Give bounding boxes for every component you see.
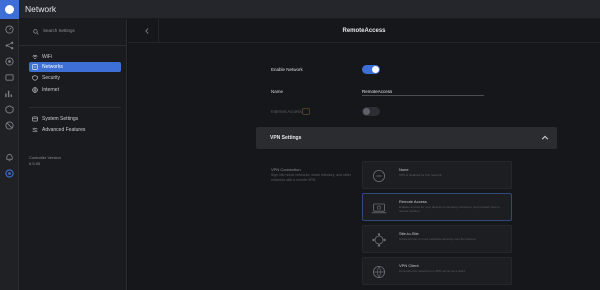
insights-icon[interactable]: [5, 105, 14, 114]
controller-version-value: 6.5.55: [29, 161, 41, 166]
vpn-option-title: Site-to-Site: [399, 231, 419, 236]
sidebar-item-label: System Settings: [42, 116, 79, 122]
sidebar-item-internet[interactable]: Internet: [29, 85, 121, 95]
sidebar-item-label: WiFi: [42, 54, 52, 60]
sidebar-item-security[interactable]: Security: [29, 73, 121, 83]
search-divider: [19, 45, 127, 46]
top-bar: Network: [0, 0, 600, 19]
networks-icon: [32, 64, 38, 70]
logo-mark: [5, 4, 14, 14]
internet-access-label: Internet Access: [271, 109, 302, 114]
vpn-option-remote-access[interactable]: Remote Access Enables access for your de…: [362, 193, 512, 221]
sidebar-item-advanced-features[interactable]: Advanced Features: [29, 125, 121, 135]
none-icon: [373, 170, 385, 182]
main-header: RemoteAccess: [128, 19, 600, 43]
chevron-up-icon: [541, 135, 549, 140]
vpn-option-desc: Connects this network to a VPN server as…: [399, 269, 466, 273]
wifi-icon: [32, 54, 38, 60]
search-icon: [33, 22, 39, 40]
sidebar-item-networks[interactable]: Networks: [29, 62, 121, 72]
toggle-knob: [372, 66, 379, 73]
sidebar-item-system-settings[interactable]: System Settings: [29, 114, 121, 124]
vpn-option-vpn-client[interactable]: VPN Client Connects this network to a VP…: [362, 257, 512, 285]
sidebar-item-label: Advanced Features: [42, 127, 86, 133]
main-panel: RemoteAccess Enable Network Name Interne…: [128, 19, 600, 290]
search-input[interactable]: [43, 28, 113, 33]
vpn-connection-title: VPN Connection: [271, 167, 301, 172]
advanced-features-icon: [32, 127, 38, 133]
vpn-client-icon: [373, 266, 385, 278]
vpn-settings-title: VPN Settings: [270, 135, 302, 141]
sidebar-item-wifi[interactable]: WiFi: [29, 52, 121, 62]
app-title: Network: [25, 4, 57, 14]
vpn-option-site-to-site[interactable]: Site-to-Site Connects two or more networ…: [362, 225, 512, 253]
icon-rail: [0, 19, 19, 290]
shield-icon: [32, 75, 38, 81]
toggle-knob: [363, 108, 370, 115]
vpn-option-desc: VPN is disabled for this network.: [399, 173, 443, 177]
internet-access-toggle[interactable]: [362, 107, 380, 116]
topology-icon[interactable]: [5, 41, 14, 50]
notifications-icon[interactable]: [5, 153, 14, 162]
devices-icon[interactable]: [5, 57, 14, 66]
enable-network-label: Enable Network: [271, 67, 303, 72]
vpn-option-none[interactable]: None VPN is disabled for this network.: [362, 161, 512, 189]
sidebar-item-label: Security: [42, 75, 61, 81]
vpn-option-desc: Connects two or more networks securely o…: [399, 237, 477, 241]
dashboard-icon[interactable]: [5, 25, 14, 34]
enable-network-toggle[interactable]: [362, 65, 380, 74]
events-icon[interactable]: [5, 121, 14, 130]
site-to-site-icon: [372, 233, 386, 247]
sidebar-divider: [29, 107, 121, 108]
sidebar-item-label: Internet: [42, 87, 59, 93]
search-box[interactable]: [33, 25, 121, 36]
remote-access-icon: [371, 203, 387, 214]
name-input[interactable]: [362, 87, 484, 96]
sidebar-item-label: Networks: [42, 64, 63, 70]
controller-version-label: Controller Version: [29, 155, 61, 160]
name-label: Name: [271, 89, 284, 94]
globe-icon: [32, 87, 38, 93]
internet-access-badge: [302, 108, 310, 115]
vpn-settings-header[interactable]: VPN Settings: [256, 127, 557, 149]
settings-icon[interactable]: [5, 169, 14, 178]
vpn-option-title: None: [399, 167, 409, 172]
clients-icon[interactable]: [5, 73, 14, 82]
system-settings-icon: [32, 116, 38, 122]
page-title: RemoteAccess: [342, 28, 386, 34]
vpn-option-desc: Enables access for your devices to secur…: [399, 205, 500, 213]
statistics-icon[interactable]: [5, 89, 14, 98]
vpn-option-title: Remote Access: [399, 199, 427, 204]
vpn-connection-desc: Sign into home networks, share directory…: [271, 173, 351, 182]
vpn-option-title: VPN Client: [399, 263, 419, 268]
settings-sidebar: WiFi Networks Security Internet System S…: [19, 19, 127, 290]
app-logo[interactable]: [0, 0, 19, 19]
app-root: Network WiFi Networks Security: [0, 0, 600, 290]
